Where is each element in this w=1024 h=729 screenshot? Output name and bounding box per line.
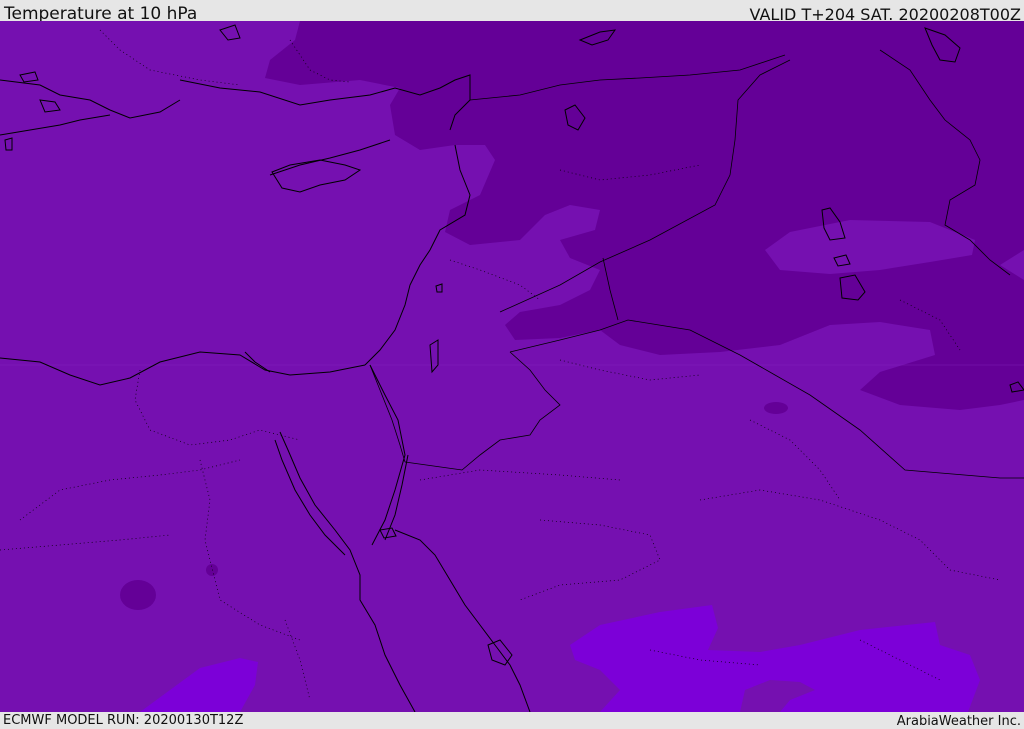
map-footer: ECMWF MODEL RUN: 20200130T12Z ArabiaWeat… xyxy=(0,712,1024,729)
map-header: Temperature at 10 hPa VALID T+204 SAT. 2… xyxy=(0,0,1024,24)
cold-spot-egypt xyxy=(120,580,156,610)
weather-map[interactable] xyxy=(0,21,1024,712)
cold-spot-east xyxy=(764,402,788,414)
cold-spot-egypt-small xyxy=(206,564,218,576)
provider-label: ArabiaWeather Inc. xyxy=(896,714,1021,729)
model-run-label: ECMWF MODEL RUN: 20200130T12Z xyxy=(3,713,244,728)
